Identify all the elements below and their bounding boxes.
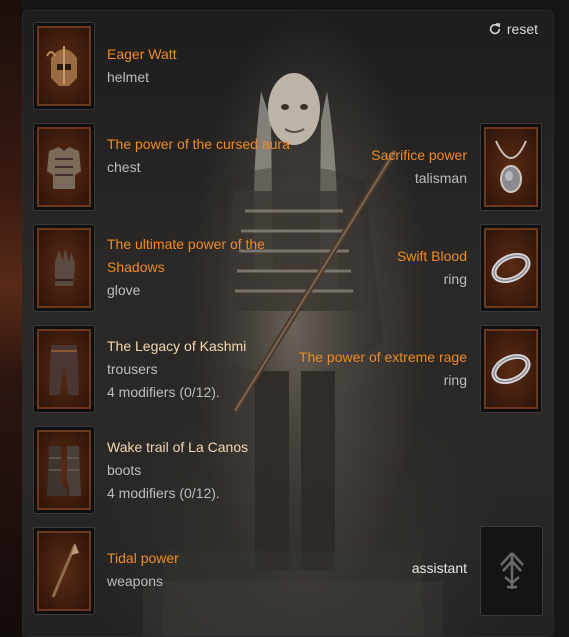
item-name[interactable]: The power of the cursed aura <box>107 133 297 156</box>
boots-slot[interactable] <box>33 426 95 514</box>
item-type: ring <box>443 372 467 388</box>
item-modifiers: 4 modifiers (0/12). <box>107 485 220 501</box>
chest-info: The power of the cursed aura chest <box>107 133 297 179</box>
trousers-info: The Legacy of Kashmi trousers 4 modifier… <box>107 335 246 404</box>
equipment-panel: reset Eager Watt helmet The power of the… <box>22 10 554 637</box>
item-type: helmet <box>107 69 150 85</box>
glove-slot[interactable] <box>33 224 95 312</box>
chest-armor-icon <box>47 147 81 189</box>
talisman-slot[interactable] <box>480 123 542 211</box>
ring-info-2: The power of extreme rage ring <box>299 346 467 392</box>
refresh-icon <box>489 22 501 35</box>
boots-info: Wake trail of La Canos boots 4 modifiers… <box>107 436 248 505</box>
spear-icon <box>51 543 79 598</box>
item-name[interactable]: Eager Watt <box>107 43 177 66</box>
reset-button[interactable]: reset <box>488 21 538 37</box>
assistant-slot[interactable] <box>480 526 543 616</box>
ring-slot-1[interactable] <box>480 224 542 312</box>
item-name[interactable]: The ultimate power of the Shadows <box>107 233 297 279</box>
item-type: boots <box>107 462 142 478</box>
assistant-label: assistant <box>411 560 467 576</box>
talisman-info: Sacrifice power talisman <box>371 144 467 190</box>
helmet-icon <box>46 46 77 86</box>
ring-slot-2[interactable] <box>480 325 542 413</box>
glove-icon <box>55 248 75 286</box>
item-name[interactable]: The Legacy of Kashmi <box>107 335 246 358</box>
item-modifiers: 4 modifiers (0/12). <box>107 384 220 400</box>
item-name[interactable]: Swift Blood <box>397 245 467 268</box>
helmet-slot[interactable] <box>33 22 95 110</box>
item-name[interactable]: Sacrifice power <box>371 144 467 167</box>
assistant-emblem-icon <box>499 552 524 589</box>
item-type: weapons <box>107 573 164 589</box>
trousers-slot[interactable] <box>33 325 95 413</box>
chest-slot[interactable] <box>33 123 95 211</box>
trousers-icon <box>49 345 79 395</box>
item-type: talisman <box>414 170 467 186</box>
weapon-slot[interactable] <box>33 527 95 615</box>
item-type: ring <box>443 271 467 287</box>
item-name[interactable]: Tidal power <box>107 547 179 570</box>
ring-info-1: Swift Blood ring <box>397 245 467 291</box>
reset-label: reset <box>506 21 538 37</box>
helmet-info: Eager Watt helmet <box>107 43 177 89</box>
item-type: chest <box>107 159 141 175</box>
boots-icon <box>47 446 81 496</box>
character-figure <box>143 73 443 636</box>
ring-icon <box>491 252 531 284</box>
item-type: trousers <box>107 361 158 377</box>
ring-icon <box>491 353 531 385</box>
weapon-info: Tidal power weapons <box>107 547 179 593</box>
item-name[interactable]: The power of extreme rage <box>299 346 467 369</box>
amulet-icon <box>495 140 527 193</box>
glove-info: The ultimate power of the Shadows glove <box>107 233 297 302</box>
item-name[interactable]: Wake trail of La Canos <box>107 436 248 459</box>
background-edge <box>0 0 22 637</box>
item-type: glove <box>107 282 141 298</box>
